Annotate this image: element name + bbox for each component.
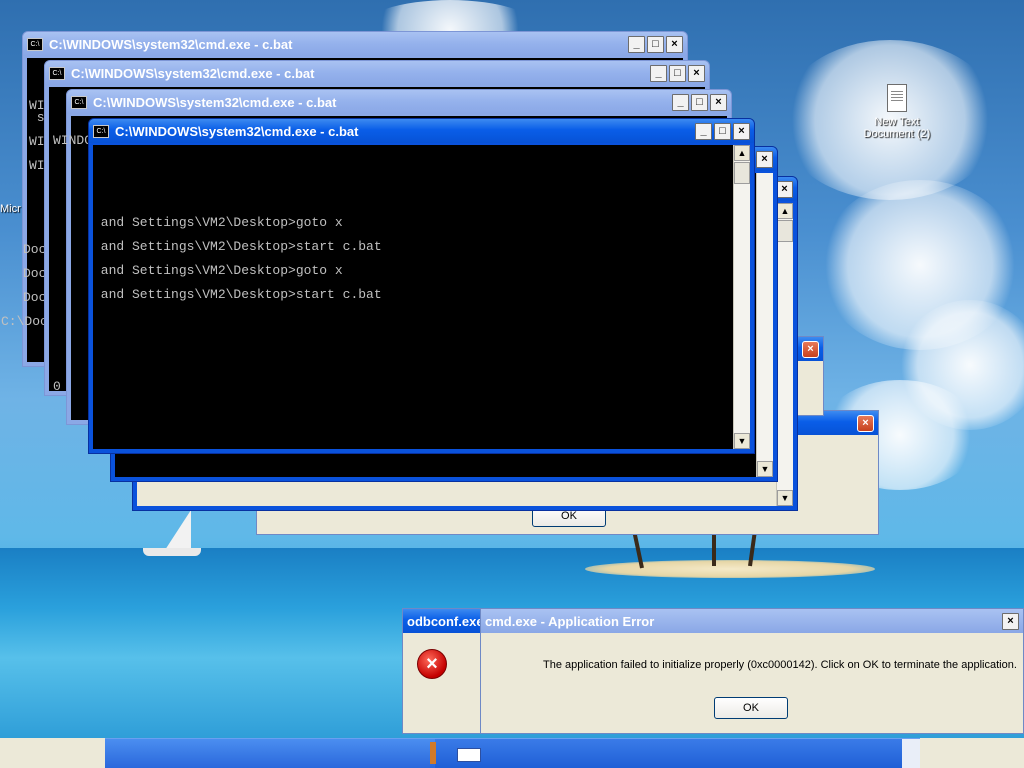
minimize-button[interactable]: _ xyxy=(650,64,667,82)
console-line: and Settings\VM2\Desktop>goto x xyxy=(93,263,343,278)
window-title: C:\WINDOWS\system32\cmd.exe - c.bat xyxy=(71,65,315,81)
scrollbar-thumb[interactable] xyxy=(734,162,750,184)
dialog-titlebar[interactable]: cmd.exe - Application Error × xyxy=(481,609,1023,633)
console-icon: C:\ xyxy=(71,95,87,109)
desktop-icon-label: New Text xyxy=(874,116,920,128)
maximize-button[interactable]: □ xyxy=(647,35,664,53)
close-button[interactable]: × xyxy=(1002,612,1019,630)
scroll-up-icon[interactable]: ▲ xyxy=(777,203,793,219)
minimize-button[interactable]: _ xyxy=(695,122,712,140)
close-button[interactable]: × xyxy=(857,414,874,432)
close-button[interactable]: × xyxy=(756,150,773,168)
maximize-button[interactable]: □ xyxy=(691,93,708,111)
vertical-scrollbar[interactable]: ▲ ▼ xyxy=(776,203,793,506)
console-text: 0 xyxy=(53,379,61,394)
window-title: C:\WINDOWS\system32\cmd.exe - c.bat xyxy=(93,94,337,110)
vertical-scrollbar[interactable]: ▲ ▼ xyxy=(733,145,750,449)
sailboat-sail xyxy=(165,510,191,550)
error-icon: × xyxy=(417,649,447,679)
taskbar-window-icon[interactable] xyxy=(457,748,481,762)
close-button[interactable]: × xyxy=(666,35,683,53)
taskbar-marker xyxy=(430,742,436,764)
error-message: The application failed to initialize pro… xyxy=(543,659,1017,671)
taskbar-end xyxy=(902,739,920,768)
scroll-down-icon[interactable]: ▼ xyxy=(734,433,750,449)
scroll-down-icon[interactable]: ▼ xyxy=(757,461,773,477)
desktop-icon-label: Document (2) xyxy=(863,128,931,140)
bottom-strip xyxy=(0,738,105,768)
console-area[interactable]: and Settings\VM2\Desktop>goto x and Sett… xyxy=(93,145,750,449)
close-button[interactable]: × xyxy=(710,93,727,111)
window-titlebar[interactable]: C:\ C:\WINDOWS\system32\cmd.exe - c.bat … xyxy=(67,90,731,114)
console-line: and Settings\VM2\Desktop>start c.bat xyxy=(93,287,382,302)
cmd-window-front[interactable]: C:\ C:\WINDOWS\system32\cmd.exe - c.bat … xyxy=(88,118,755,454)
dialog-title: cmd.exe - Application Error xyxy=(485,613,655,629)
scroll-down-icon[interactable]: ▼ xyxy=(777,490,793,506)
application-error-dialog[interactable]: cmd.exe - Application Error × The applic… xyxy=(480,608,1024,734)
console-icon: C:\ xyxy=(93,124,109,138)
sailboat-hull xyxy=(143,548,201,556)
window-titlebar[interactable]: C:\ C:\WINDOWS\system32\cmd.exe - c.bat … xyxy=(89,119,754,143)
window-title: C:\WINDOWS\system32\cmd.exe - c.bat xyxy=(115,123,359,139)
window-titlebar[interactable]: C:\ C:\WINDOWS\system32\cmd.exe - c.bat … xyxy=(45,61,709,85)
maximize-button[interactable]: □ xyxy=(714,122,731,140)
scrollbar-thumb[interactable] xyxy=(777,220,793,242)
minimize-button[interactable]: _ xyxy=(628,35,645,53)
console-icon: C:\ xyxy=(27,37,43,51)
scroll-up-icon[interactable]: ▲ xyxy=(734,145,750,161)
console-line: and Settings\VM2\Desktop>goto x xyxy=(93,215,343,230)
palm-tree xyxy=(712,530,716,566)
island xyxy=(585,560,875,578)
taskbar-segment xyxy=(105,739,435,768)
maximize-button[interactable]: □ xyxy=(669,64,686,82)
close-button[interactable]: × xyxy=(776,180,793,198)
close-button[interactable]: × xyxy=(802,340,819,358)
desktop-icon-partial-label: Micr xyxy=(0,203,21,215)
desktop-icon-new-text-document[interactable]: New Text Document (2) xyxy=(858,84,936,140)
ok-button[interactable]: OK xyxy=(714,697,788,719)
vertical-scrollbar[interactable]: ▼ xyxy=(756,173,773,477)
bottom-strip xyxy=(920,738,1024,768)
window-titlebar[interactable]: C:\ C:\WINDOWS\system32\cmd.exe - c.bat … xyxy=(23,32,687,56)
minimize-button[interactable]: _ xyxy=(672,93,689,111)
window-title: C:\WINDOWS\system32\cmd.exe - c.bat xyxy=(49,36,293,52)
close-button[interactable]: × xyxy=(688,64,705,82)
console-icon: C:\ xyxy=(49,66,65,80)
close-button[interactable]: × xyxy=(733,122,750,140)
taskbar[interactable] xyxy=(105,738,920,768)
console-line: and Settings\VM2\Desktop>start c.bat xyxy=(93,239,382,254)
text-document-icon xyxy=(887,84,907,112)
